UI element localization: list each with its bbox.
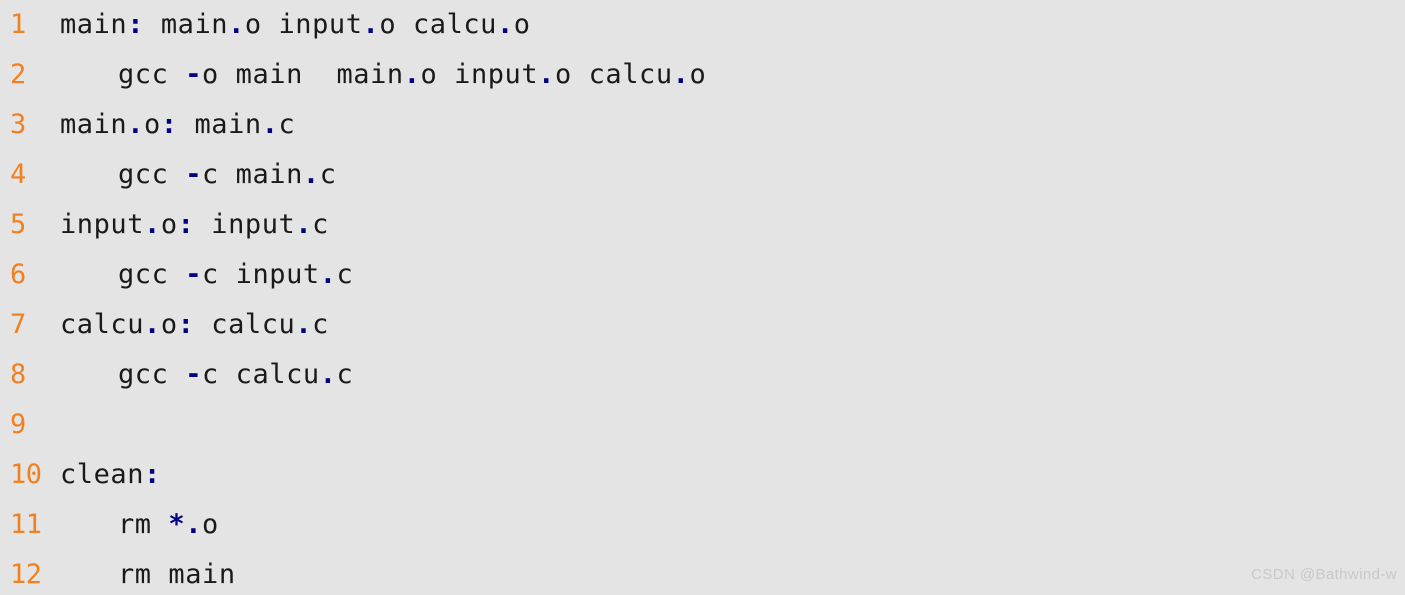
code-token-text: o [202,509,219,540]
code-line[interactable]: 4 gcc -c main.c [0,150,1405,200]
line-number: 12 [10,559,42,590]
code-token-text: c [319,159,337,190]
code-token-punctuation: . [185,509,203,540]
code-token-text: o [689,59,707,90]
code-token-text: c main [202,159,303,190]
line-content: rm main [118,550,236,595]
code-line[interactable]: 2 gcc -o main main.o input.o calcu.o [0,50,1405,100]
code-token-punctuation: . [538,59,555,90]
code-line[interactable]: 11 rm *.o [0,500,1405,550]
code-token-text: o [144,109,161,140]
line-content: main: main.o input.o calcu.o [60,0,531,50]
code-token-punctuation: . [496,9,514,40]
line-number: 9 [10,409,26,440]
code-token-punctuation: . [319,359,337,390]
line-number: 5 [10,209,26,240]
code-token-text: c input [202,259,320,290]
code-token-text: c [312,209,329,240]
code-token-punctuation: . [295,209,313,240]
code-line[interactable]: 10 clean: [0,450,1405,500]
code-token-text: gcc [118,59,186,90]
code-token-text: main [144,9,229,40]
code-token-text: gcc [118,159,186,190]
code-line[interactable]: 7 calcu.o: calcu.c [0,300,1405,350]
code-token-text: gcc [118,259,186,290]
code-token-text: clean [60,459,145,490]
code-token-text: o calcu [379,9,497,40]
code-token-text: calcu [194,309,296,340]
line-number: 11 [10,509,42,540]
code-token-text: main [60,9,128,40]
line-content: gcc -c main.c [118,150,337,200]
code-token-punctuation: . [144,209,161,240]
line-content: gcc -c calcu.c [118,350,353,400]
code-line[interactable]: 6 gcc -c input.c [0,250,1405,300]
line-number: 4 [10,159,26,190]
code-token-text: main [60,109,128,140]
line-content: gcc -c input.c [118,250,353,300]
code-token-punctuation: : [127,9,145,40]
line-number: 10 [10,459,42,490]
code-token-punctuation: . [127,109,145,140]
code-token-text: o calcu [554,59,673,90]
code-token-punctuation: . [403,59,421,90]
code-line-list: 1 main: main.o input.o calcu.o 2 gcc -o mai… [0,0,1405,595]
code-token-text: o [160,309,178,340]
line-content: calcu.o: calcu.c [60,300,329,350]
code-token-punctuation: . [144,309,161,340]
code-token-text: o input [244,9,363,40]
line-content: clean: [60,450,161,500]
code-token-punctuation: . [672,59,690,90]
code-token-punctuation: . [319,259,337,290]
code-token-text: o input [420,59,539,90]
code-line[interactable]: 5 input.o: input.c [0,200,1405,250]
line-content: rm *.o [118,500,219,550]
line-content: input.o: input.c [60,200,329,250]
line-number: 2 [10,59,26,90]
line-number: 3 [10,109,26,140]
code-line[interactable]: 1 main: main.o input.o calcu.o [0,0,1405,50]
code-token-text: o [160,209,178,240]
code-token-punctuation: - [185,59,203,90]
code-line[interactable]: 8 gcc -c calcu.c [0,350,1405,400]
code-token-punctuation: - [185,359,203,390]
code-line[interactable]: 3 main.o: main.c [0,100,1405,150]
code-token-punctuation: . [228,9,245,40]
code-token-text: c calcu [202,359,320,390]
code-token-punctuation: . [261,109,279,140]
line-content: main.o: main.c [60,100,295,150]
code-token-punctuation: * [168,509,186,540]
code-token-punctuation: : [177,309,195,340]
code-viewer[interactable]: 1 main: main.o input.o calcu.o 2 gcc -o mai… [0,0,1405,595]
code-token-text: input [60,209,145,240]
code-token-punctuation: . [295,309,313,340]
watermark: CSDN @Bathwind-w [1251,566,1397,583]
code-token-punctuation: - [185,259,203,290]
code-token-text: rm [118,509,169,540]
code-token-punctuation: . [302,159,320,190]
code-token-text: input [194,209,296,240]
line-number: 6 [10,259,26,290]
code-token-text: c [312,309,329,340]
code-token-text: main [177,109,262,140]
code-line[interactable]: 9 [0,400,1405,450]
code-token-punctuation: : [144,459,161,490]
code-token-punctuation: : [160,109,178,140]
code-token-text: gcc [118,359,186,390]
code-token-punctuation: . [362,9,380,40]
code-token-text: rm main [118,559,236,590]
line-number: 8 [10,359,26,390]
code-token-text: o main main [202,59,404,90]
code-token-punctuation: : [177,209,195,240]
line-content: gcc -o main main.o input.o calcu.o [118,50,706,100]
code-token-text: c [278,109,296,140]
code-token-text: c [336,259,354,290]
code-token-text: calcu [60,309,145,340]
code-token-text: o [513,9,531,40]
line-number: 1 [10,9,26,40]
code-token-punctuation: - [185,159,203,190]
code-token-text: c [336,359,354,390]
code-line[interactable]: 12 rm main [0,550,1405,595]
line-number: 7 [10,309,26,340]
